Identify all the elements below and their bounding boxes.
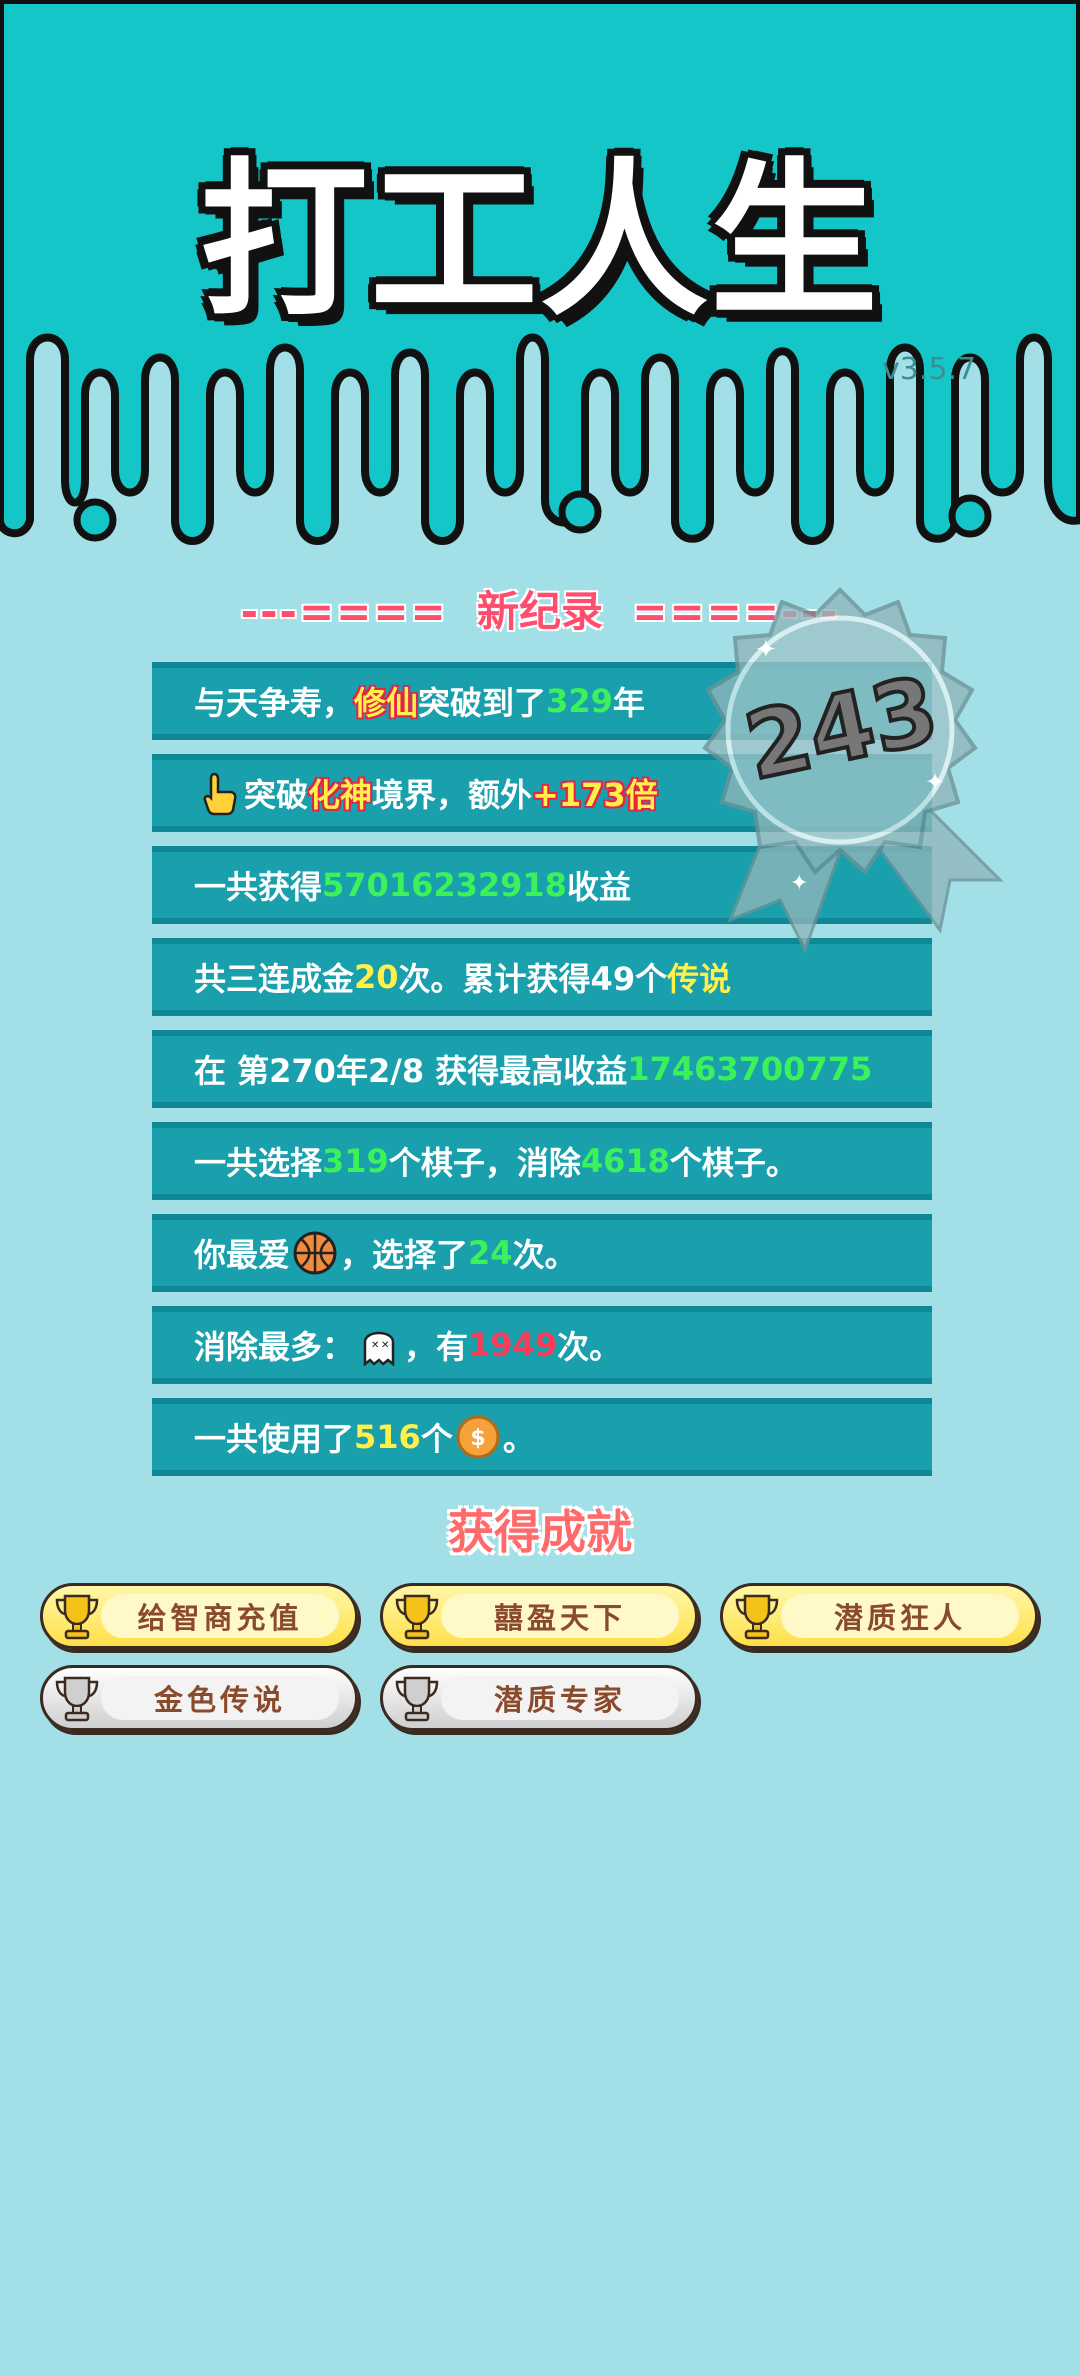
stat-text: 年: [612, 684, 645, 722]
achievement-label: 给智商充值: [137, 1601, 303, 1635]
achievement-badge[interactable]: 潜质狂人: [720, 1583, 1038, 1649]
stat-row: 你最爱 ，选择了 24 次。: [152, 1214, 932, 1292]
stat-text: 4618: [580, 1142, 670, 1180]
achievement-badge[interactable]: 潜质专家: [380, 1665, 698, 1731]
game-title: 打工人生: [200, 143, 880, 339]
stat-text: 次。: [512, 1236, 577, 1274]
svg-text:✕: ✕: [381, 1340, 389, 1351]
sparkle-icon: ✦: [790, 871, 808, 896]
sparkle-icon: ✦: [925, 768, 945, 796]
stat-text: 在 第270年2/8 获得最高收益: [194, 1052, 628, 1090]
stat-text: 消除最多：: [194, 1328, 355, 1366]
trophy-icon: [395, 1676, 439, 1722]
stat-text: 319: [322, 1142, 389, 1180]
stat-text: 一共获得: [194, 868, 323, 906]
stat-text: 突破: [244, 776, 309, 814]
header: 打工人生 v3.5.7: [0, 0, 1080, 560]
trophy-icon: [55, 1594, 99, 1640]
stat-text: ，有: [404, 1328, 469, 1366]
stat-text: 516: [354, 1418, 421, 1456]
svg-text:$: $: [470, 1426, 485, 1451]
achievement-badge[interactable]: 给智商充值: [40, 1583, 358, 1649]
stat-text: 化神: [308, 776, 373, 814]
stat-text: 与天争寿，: [194, 684, 355, 722]
version-label: v3.5.7: [882, 352, 977, 387]
achievement-label: 潜质狂人: [833, 1601, 966, 1635]
stat-row: 一共使用了 516 个 $ 。: [152, 1398, 932, 1476]
stat-text: 1949: [468, 1326, 558, 1364]
achievement-badge[interactable]: 囍盈天下: [380, 1583, 698, 1649]
stat-text: 境界，额外: [372, 776, 533, 814]
stat-text: 次。: [557, 1328, 622, 1366]
stat-text: 突破到了: [418, 684, 547, 722]
stat-text: 个: [420, 1420, 453, 1458]
record-dashes-left: ---====: [240, 587, 448, 636]
stat-text: 一共使用了: [194, 1420, 355, 1458]
stat-row: 在 第270年2/8 获得最高收益 17463700775: [152, 1030, 932, 1108]
stat-text: 收益: [566, 868, 631, 906]
stat-text: 共三连成金: [194, 960, 355, 998]
stat-text: 个棋子，消除: [388, 1144, 581, 1182]
achievement-label: 金色传说: [153, 1683, 286, 1717]
stat-text: 329: [546, 682, 613, 720]
stat-text: 个棋子。: [669, 1144, 798, 1182]
coin-icon: $: [456, 1415, 500, 1459]
trophy-icon: [735, 1594, 779, 1640]
stat-text: 传说: [667, 960, 732, 998]
record-title: 新纪录: [476, 587, 603, 636]
stat-row: 一共选择 319 个棋子，消除 4618 个棋子。: [152, 1122, 932, 1200]
stat-text: 一共选择: [194, 1144, 323, 1182]
basketball-icon: [293, 1231, 337, 1275]
stat-text: 57016232918: [322, 866, 567, 904]
trophy-icon: [55, 1676, 99, 1722]
stat-text: +173倍: [532, 776, 658, 814]
stat-text: 修仙: [354, 684, 419, 722]
stat-text: 。: [502, 1420, 535, 1458]
achievements-title: 获得成就: [448, 1505, 632, 1559]
achievement-label: 潜质专家: [493, 1683, 626, 1717]
stat-text: ，选择了: [340, 1236, 469, 1274]
pointing-hand-icon: [203, 772, 237, 816]
stat-text: 次。累计获得49个: [398, 960, 668, 998]
trophy-icon: [395, 1594, 439, 1640]
sparkle-icon: ✦: [755, 635, 777, 665]
stat-text: 你最爱: [194, 1236, 291, 1274]
stat-row: 消除最多： ✕ ✕ ，有 1949 次。: [152, 1306, 932, 1384]
achievement-badge[interactable]: 金色传说: [40, 1665, 358, 1731]
svg-text:✕: ✕: [371, 1340, 379, 1351]
stat-text: 17463700775: [627, 1050, 873, 1088]
stat-text: 20: [354, 958, 399, 996]
ghost-icon: ✕ ✕: [363, 1331, 395, 1367]
record-medal-icon: 243 ✦ ✦ ✦: [702, 587, 1004, 954]
stat-text: 24: [468, 1234, 513, 1272]
achievement-label: 囍盈天下: [493, 1601, 626, 1635]
